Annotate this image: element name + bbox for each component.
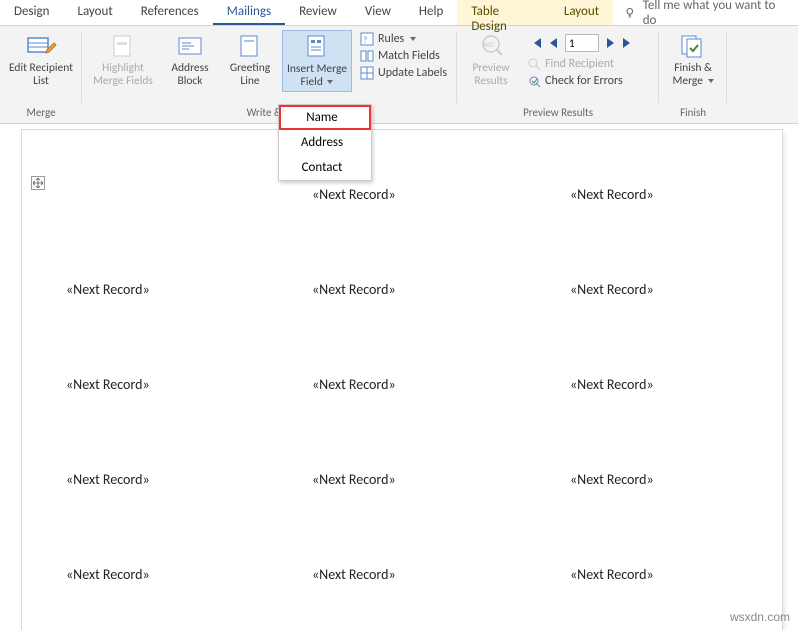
update-labels-icon	[360, 66, 374, 80]
merge-field-option-address[interactable]: Address	[279, 130, 371, 155]
tab-design[interactable]: Design	[0, 0, 63, 25]
label-cell[interactable]: «Next Record»	[528, 281, 762, 298]
address-block-icon	[174, 32, 206, 60]
svg-text:ABC: ABC	[483, 40, 495, 49]
match-fields-button[interactable]: Match Fields	[360, 49, 447, 63]
group-finish: Finish & Merge Finish	[659, 26, 727, 123]
chevron-down-icon	[325, 75, 333, 89]
merge-field-option-contact[interactable]: Contact	[279, 155, 371, 180]
label-cell[interactable]: «Next Record»	[528, 471, 762, 488]
label-cell[interactable]: «Next Record»	[528, 186, 762, 203]
prev-record-icon[interactable]	[547, 36, 561, 50]
tell-me-label: Tell me what you want to do	[643, 0, 788, 28]
first-record-icon[interactable]	[529, 36, 543, 50]
label-cell[interactable]: «Next Record»	[60, 471, 294, 488]
record-number-input[interactable]	[565, 34, 599, 52]
group-write-insert: Highlight Merge Fields Address Block Gre…	[82, 26, 457, 123]
insert-merge-field-button[interactable]: Insert Merge Field	[282, 30, 352, 92]
group-label-finish: Finish	[665, 104, 721, 121]
label-cell[interactable]: «Next Record»	[294, 566, 528, 583]
recipient-list-icon	[25, 32, 57, 60]
label-cell[interactable]: «Next Record»	[294, 376, 528, 393]
update-labels-button[interactable]: Update Labels	[360, 66, 447, 80]
page[interactable]: «Next Record» «Next Record» «Next Record…	[22, 130, 782, 630]
label-cell[interactable]: «Next Record»	[60, 281, 294, 298]
check-errors-icon	[527, 74, 541, 88]
find-recipient-button: Find Recipient	[527, 57, 649, 71]
document-area: «Next Record» «Next Record» «Next Record…	[22, 130, 798, 628]
preview-results-button: ABC Preview Results	[463, 30, 519, 90]
tab-help[interactable]: Help	[405, 0, 457, 25]
edit-recipient-list-button[interactable]: Edit Recipient List	[6, 30, 76, 90]
greeting-line-button[interactable]: Greeting Line	[222, 30, 278, 92]
label-cell[interactable]: «Next Record»	[294, 281, 528, 298]
tab-mailings[interactable]: Mailings	[213, 0, 285, 25]
highlight-merge-fields-button: Highlight Merge Fields	[88, 30, 158, 92]
group-label-preview: Preview Results	[463, 104, 653, 121]
group-label-merge: Merge	[6, 104, 76, 121]
chevron-down-icon	[408, 32, 416, 46]
last-record-icon[interactable]	[621, 36, 635, 50]
insert-merge-field-dropdown: Name Address Contact	[278, 104, 372, 181]
address-block-button[interactable]: Address Block	[162, 30, 218, 92]
label-cell[interactable]	[60, 186, 294, 203]
tab-review[interactable]: Review	[285, 0, 351, 25]
search-icon	[527, 57, 541, 71]
svg-text:?: ?	[363, 35, 367, 46]
greeting-icon	[234, 32, 266, 60]
tell-me-search[interactable]: Tell me what you want to do	[613, 0, 798, 25]
highlight-icon	[107, 32, 139, 60]
label-cell[interactable]: «Next Record»	[528, 376, 762, 393]
match-fields-icon	[360, 49, 374, 63]
ribbon-tabs: Design Layout References Mailings Review…	[0, 0, 798, 26]
tab-table-layout[interactable]: Layout	[550, 0, 613, 25]
chevron-down-icon	[706, 74, 714, 88]
tab-layout[interactable]: Layout	[63, 0, 126, 25]
tab-references[interactable]: References	[127, 0, 213, 25]
label-cell[interactable]: «Next Record»	[294, 471, 528, 488]
tab-view[interactable]: View	[351, 0, 405, 25]
label-cell[interactable]: «Next Record»	[528, 566, 762, 583]
merge-field-icon	[301, 33, 333, 61]
preview-icon: ABC	[475, 32, 507, 60]
finish-merge-button[interactable]: Finish & Merge	[665, 30, 721, 90]
label-cell[interactable]: «Next Record»	[294, 186, 528, 203]
check-errors-button[interactable]: Check for Errors	[527, 74, 649, 88]
table-move-handle[interactable]	[31, 176, 45, 190]
next-record-icon[interactable]	[603, 36, 617, 50]
label-cell[interactable]: «Next Record»	[60, 566, 294, 583]
ribbon: Edit Recipient List Merge Highlight Merg…	[0, 26, 798, 124]
finish-merge-icon	[677, 32, 709, 60]
merge-field-option-name[interactable]: Name	[279, 105, 371, 130]
watermark: wsxdn.com	[730, 610, 790, 624]
lightbulb-icon	[623, 6, 637, 20]
rules-button[interactable]: ? Rules	[360, 32, 447, 46]
rules-icon: ?	[360, 32, 374, 46]
group-merge: Edit Recipient List Merge	[0, 26, 82, 123]
tab-table-design[interactable]: Table Design	[457, 0, 550, 25]
group-label-write: Write & In	[88, 104, 451, 121]
label-cell[interactable]: «Next Record»	[60, 376, 294, 393]
labels-grid: «Next Record» «Next Record» «Next Record…	[60, 186, 762, 583]
group-preview: ABC Preview Results Find Recipient	[457, 26, 659, 123]
